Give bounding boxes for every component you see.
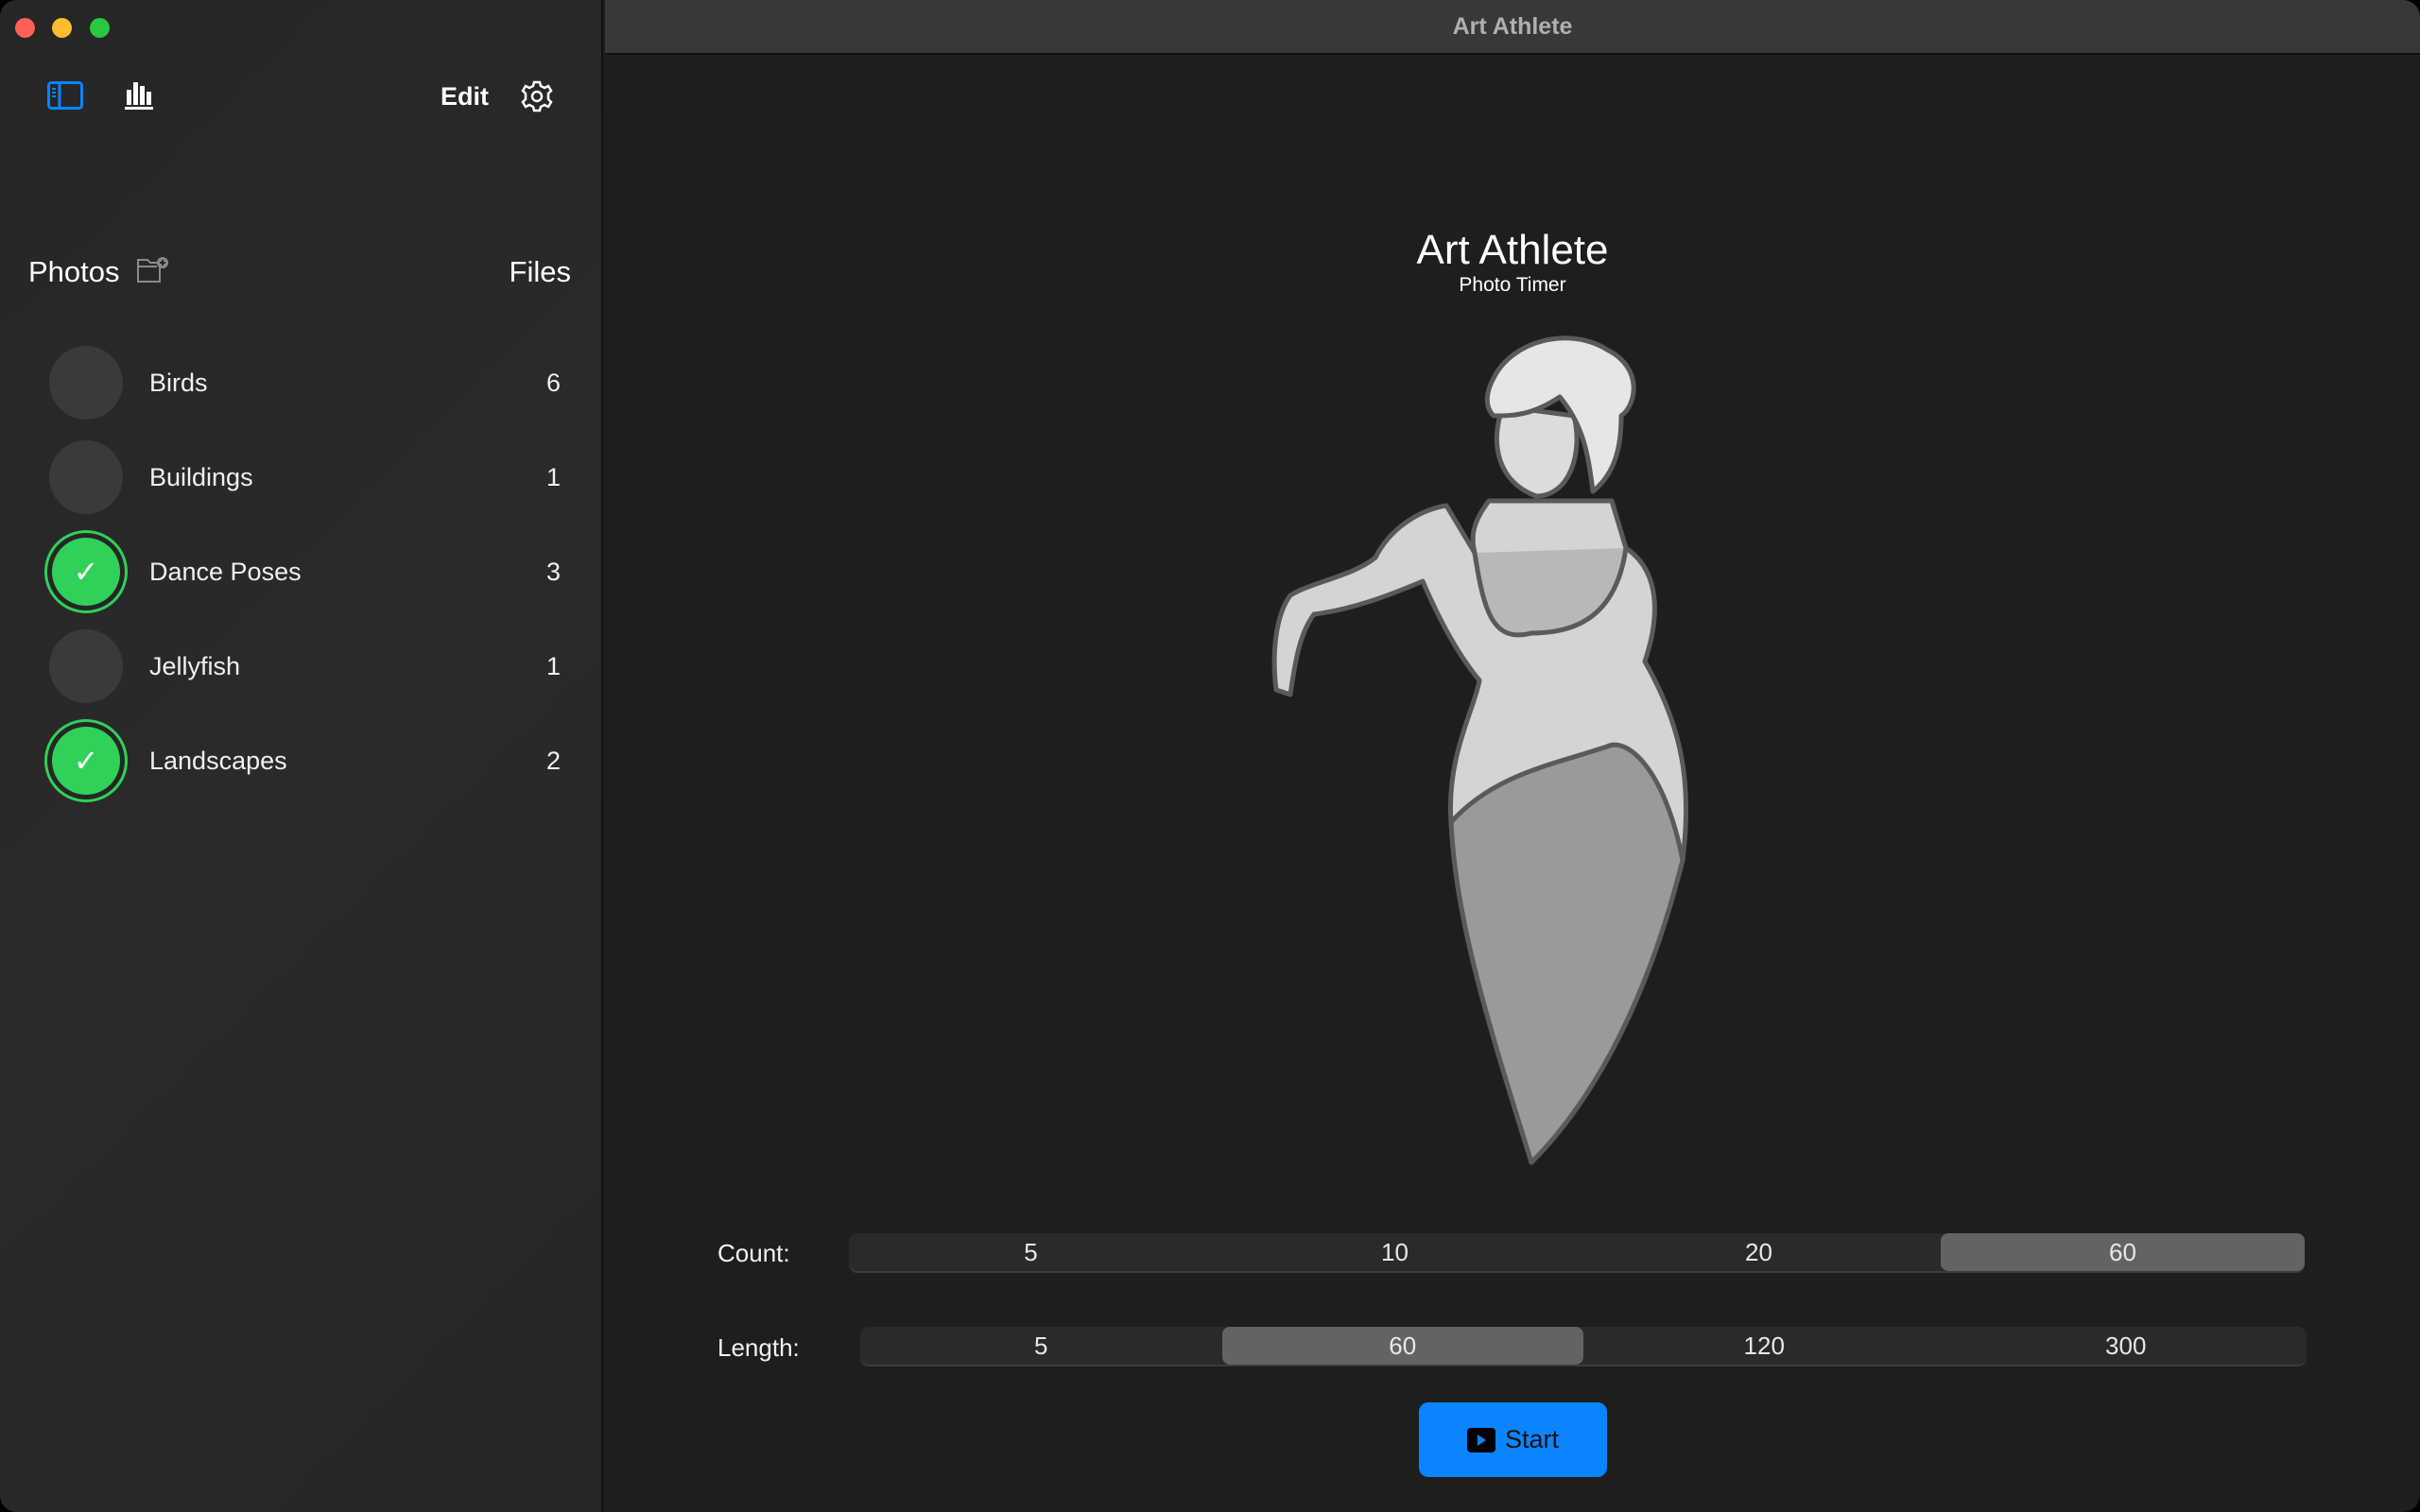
start-label: Start [1504, 1425, 1560, 1453]
app-title: Art Athlete [1416, 227, 1609, 273]
item-label: Dance Poses [149, 558, 302, 586]
length-option-5[interactable]: 5 [860, 1327, 1222, 1365]
item-count: 1 [545, 463, 561, 491]
count-label: Count: [717, 1239, 790, 1267]
length-option-300[interactable]: 300 [1945, 1327, 2308, 1365]
length-label: Length: [717, 1333, 800, 1362]
count-option-10[interactable]: 10 [1213, 1233, 1577, 1271]
sidebar: Edit Photos Files Birds 6 Buildings 1 ✓ Dan… [0, 0, 603, 1512]
length-option-60[interactable]: 60 [1221, 1327, 1583, 1365]
count-segmented-control[interactable]: 5 10 20 60 [849, 1233, 2305, 1273]
app-subtitle: Photo Timer [1459, 274, 1566, 296]
item-label: Birds [149, 369, 208, 397]
selection-circle[interactable] [49, 629, 123, 703]
play-icon [1466, 1427, 1495, 1452]
chart-bar-icon[interactable] [125, 80, 157, 111]
item-label: Jellyfish [149, 652, 241, 680]
count-option-5[interactable]: 5 [849, 1233, 1213, 1271]
checkmark-icon[interactable]: ✓ [52, 538, 120, 606]
item-count: 2 [545, 747, 561, 775]
item-label: Buildings [149, 463, 253, 491]
gear-icon[interactable] [520, 79, 554, 113]
photos-header: Photos [28, 255, 120, 288]
zoom-button[interactable] [90, 18, 110, 38]
count-option-60[interactable]: 60 [1941, 1233, 2305, 1271]
start-button[interactable]: Start [1419, 1402, 1607, 1477]
minimize-button[interactable] [52, 18, 72, 38]
add-folder-icon[interactable] [136, 256, 170, 284]
list-item-birds[interactable]: Birds 6 [0, 340, 603, 425]
selection-circle[interactable] [49, 440, 123, 514]
app-window: Edit Photos Files Birds 6 Buildings 1 ✓ Dan… [0, 0, 2420, 1512]
edit-button[interactable]: Edit [441, 82, 489, 112]
list-item-landscapes[interactable]: ✓ Landscapes 2 [0, 718, 603, 803]
dancer-illustration [1271, 335, 1689, 1165]
length-option-120[interactable]: 120 [1583, 1327, 1945, 1365]
list-item-dance-poses[interactable]: ✓ Dance Poses 3 [0, 529, 603, 614]
sidebar-icon[interactable] [47, 81, 83, 110]
item-count: 3 [545, 558, 561, 586]
close-button[interactable] [15, 18, 35, 38]
selection-circle[interactable] [49, 346, 123, 420]
count-option-20[interactable]: 20 [1577, 1233, 1941, 1271]
files-header: Files [509, 255, 571, 288]
list-item-jellyfish[interactable]: Jellyfish 1 [0, 624, 603, 709]
item-count: 6 [545, 369, 561, 397]
list-item-buildings[interactable]: Buildings 1 [0, 435, 603, 520]
item-label: Landscapes [149, 747, 287, 775]
checkmark-icon[interactable]: ✓ [52, 727, 120, 795]
item-count: 1 [545, 652, 561, 680]
window-title: Art Athlete [1452, 12, 1573, 40]
title-bar: Art Athlete [605, 0, 2420, 55]
length-segmented-control[interactable]: 5 60 120 300 [860, 1327, 2307, 1366]
